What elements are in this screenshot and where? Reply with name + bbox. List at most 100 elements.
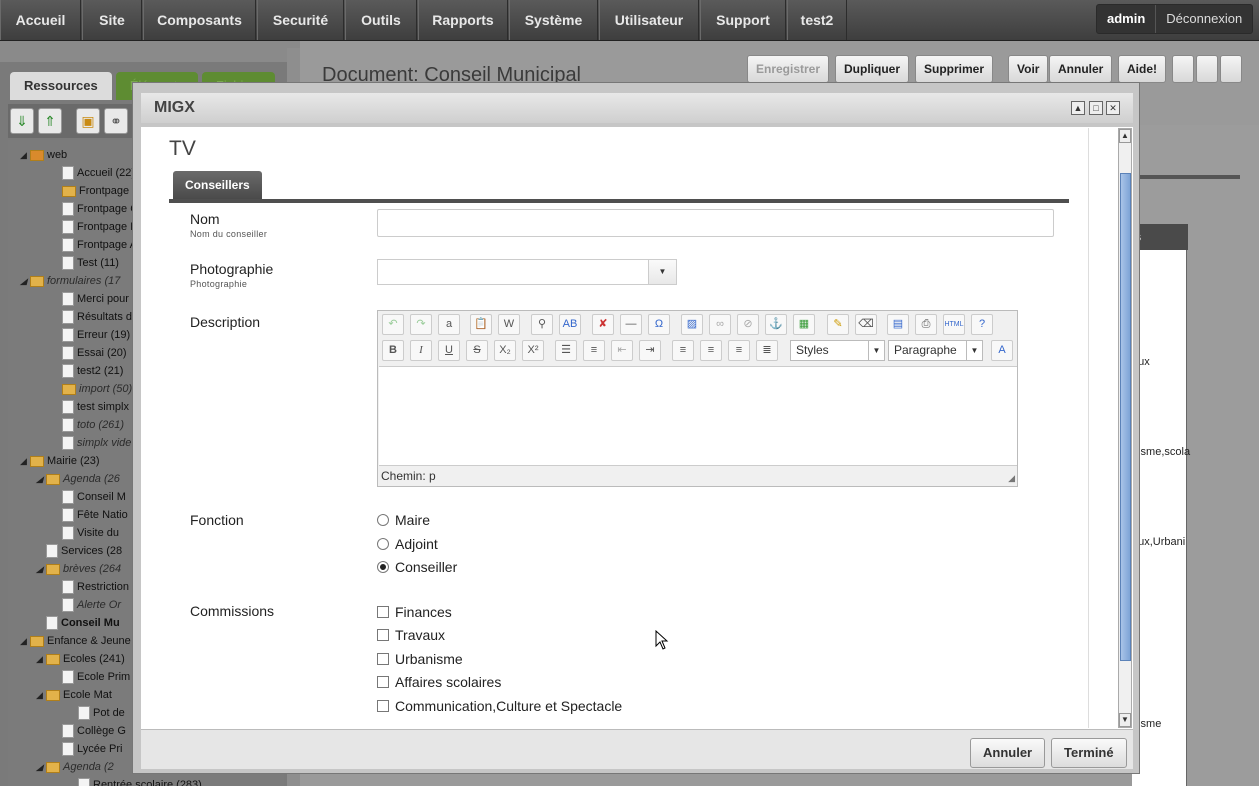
tab-ressources[interactable]: Ressources xyxy=(10,72,112,100)
undo-icon[interactable]: ↶ xyxy=(382,314,404,335)
nav-systeme[interactable]: Système xyxy=(509,0,598,40)
help-button[interactable]: Aide! xyxy=(1118,55,1166,83)
styles-select[interactable]: Styles ▼ xyxy=(790,340,885,361)
special-char-icon[interactable]: Ω xyxy=(648,314,670,335)
nav-test2[interactable]: test2 xyxy=(787,0,847,40)
user-name[interactable]: admin xyxy=(1097,5,1157,33)
radio-maire[interactable]: Maire xyxy=(377,511,430,529)
layout-icon-2[interactable] xyxy=(1196,55,1218,83)
hr-icon[interactable]: — xyxy=(620,314,642,335)
numbered-list-icon[interactable]: ≡ xyxy=(583,340,605,361)
collapse-icon[interactable]: ▲ xyxy=(1071,101,1085,115)
tree-node[interactable]: ◢ Enfance & Jeune xyxy=(20,632,131,650)
modal-cancel-button[interactable]: Annuler xyxy=(970,738,1046,768)
checkbox-travaux[interactable]: Travaux xyxy=(377,626,445,644)
tree-node[interactable]: Erreur (19) xyxy=(52,326,130,344)
tree-node[interactable]: Essai (20) xyxy=(52,344,127,362)
checkbox-box[interactable] xyxy=(377,629,389,642)
tree-node[interactable]: ◢ Mairie (23) xyxy=(20,452,100,470)
template-icon[interactable]: ▤ xyxy=(887,314,909,335)
tree-node[interactable]: Fête Natio xyxy=(52,506,128,524)
delete-button[interactable]: Supprimer xyxy=(915,55,994,83)
tree-node[interactable]: Services (28 xyxy=(36,542,122,560)
scroll-down-icon[interactable]: ▼ xyxy=(1119,713,1131,727)
superscript-icon[interactable]: X² xyxy=(522,340,544,361)
tree-node[interactable]: Collège G xyxy=(52,722,126,740)
new-folder-icon[interactable]: ▣ xyxy=(76,108,100,134)
select-all-icon[interactable]: a xyxy=(438,314,460,335)
checkbox-finances[interactable]: Finances xyxy=(377,603,452,621)
close-icon[interactable]: ✕ xyxy=(1106,101,1120,115)
subscript-icon[interactable]: X₂ xyxy=(494,340,516,361)
tree-node[interactable]: Conseil Mu xyxy=(36,614,120,632)
tree-node[interactable]: Rentrée scolaire (283) xyxy=(68,776,202,786)
scrollbar-thumb[interactable] xyxy=(1120,173,1131,661)
print-icon[interactable]: ⎙ xyxy=(915,314,937,335)
nav-accueil[interactable]: Accueil xyxy=(0,0,81,40)
radio-circle[interactable] xyxy=(377,514,389,527)
save-button[interactable]: Enregistrer xyxy=(747,55,830,83)
tree-node[interactable]: Test (11) xyxy=(52,254,119,272)
media-icon[interactable]: ▦ xyxy=(793,314,815,335)
tree-node[interactable]: ◢ web xyxy=(20,146,67,164)
checkbox-affaires-scolaires[interactable]: Affaires scolaires xyxy=(377,673,501,691)
tree-node[interactable]: Alerte Or xyxy=(52,596,121,614)
resize-handle-icon[interactable]: ◢ xyxy=(1008,473,1015,484)
radio-conseiller[interactable]: Conseiller xyxy=(377,558,457,576)
checkbox-urbanisme[interactable]: Urbanisme xyxy=(377,650,463,668)
expand-arrow-icon[interactable]: ◢ xyxy=(20,146,30,164)
nav-site[interactable]: Site xyxy=(82,0,142,40)
tree-node[interactable]: Conseil M xyxy=(52,488,126,506)
expand-all-icon[interactable]: ⇓ xyxy=(10,108,34,134)
expand-arrow-icon[interactable]: ◢ xyxy=(20,272,30,290)
checkbox-box[interactable] xyxy=(377,700,389,713)
tree-node[interactable]: import (50) xyxy=(52,380,132,398)
tree-node[interactable]: Pot de xyxy=(68,704,125,722)
tree-node[interactable]: Restriction xyxy=(52,578,129,596)
chevron-down-icon[interactable]: ▼ xyxy=(966,341,982,360)
tree-node[interactable]: toto (261) xyxy=(52,416,124,434)
tree-node[interactable]: ◢ Ecoles (241) xyxy=(36,650,125,668)
tree-node[interactable]: Visite du xyxy=(52,524,119,542)
checkbox-box[interactable] xyxy=(377,676,389,689)
radio-adjoint[interactable]: Adjoint xyxy=(377,535,438,553)
nav-rapports[interactable]: Rapports xyxy=(418,0,508,40)
collapse-all-icon[interactable]: ⇑ xyxy=(38,108,62,134)
checkbox-box[interactable] xyxy=(377,606,389,619)
nav-outils[interactable]: Outils xyxy=(345,0,417,40)
logout-link[interactable]: Déconnexion xyxy=(1156,5,1252,33)
unlink-icon[interactable]: ⊘ xyxy=(737,314,759,335)
tree-node[interactable]: Accueil (22) xyxy=(52,164,135,182)
tree-node[interactable]: ◢ Agenda (26 xyxy=(36,470,120,488)
replace-icon[interactable]: AB xyxy=(559,314,581,335)
align-right-icon[interactable]: ≡ xyxy=(728,340,750,361)
nav-utilisateur[interactable]: Utilisateur xyxy=(599,0,699,40)
duplicate-button[interactable]: Dupliquer xyxy=(835,55,909,83)
tree-node[interactable]: ◢ Ecole Mat xyxy=(36,686,112,704)
nom-input[interactable] xyxy=(377,209,1054,237)
editor-content-area[interactable] xyxy=(379,366,1017,466)
expand-arrow-icon[interactable]: ◢ xyxy=(36,470,46,488)
tree-node[interactable]: Merci pour vo xyxy=(52,290,144,308)
outdent-icon[interactable]: ⇤ xyxy=(611,340,633,361)
underline-icon[interactable]: U xyxy=(438,340,460,361)
expand-arrow-icon[interactable]: ◢ xyxy=(36,758,46,776)
strikethrough-icon[interactable]: S xyxy=(466,340,488,361)
paste-icon[interactable]: 📋 xyxy=(470,314,492,335)
remove-format-icon[interactable]: ✘ xyxy=(592,314,614,335)
bold-icon[interactable]: B xyxy=(382,340,404,361)
cancel-doc-button[interactable]: Annuler xyxy=(1049,55,1113,83)
chevron-down-icon[interactable]: ▼ xyxy=(648,260,676,284)
layout-icon-3[interactable] xyxy=(1220,55,1242,83)
tree-node[interactable]: Ecole Prim xyxy=(52,668,130,686)
tree-node[interactable]: Lycée Pri xyxy=(52,740,122,758)
link-icon[interactable]: ∞ xyxy=(709,314,731,335)
maximize-icon[interactable]: □ xyxy=(1089,101,1103,115)
layout-icon-1[interactable] xyxy=(1172,55,1194,83)
nav-securite[interactable]: Securité xyxy=(257,0,344,40)
scroll-up-icon[interactable]: ▲ xyxy=(1119,129,1131,143)
expand-arrow-icon[interactable]: ◢ xyxy=(20,452,30,470)
justify-icon[interactable]: ≣ xyxy=(756,340,778,361)
tree-node[interactable]: test2 (21) xyxy=(52,362,123,380)
modal-scrollbar[interactable]: ▲ ▼ xyxy=(1118,128,1132,728)
